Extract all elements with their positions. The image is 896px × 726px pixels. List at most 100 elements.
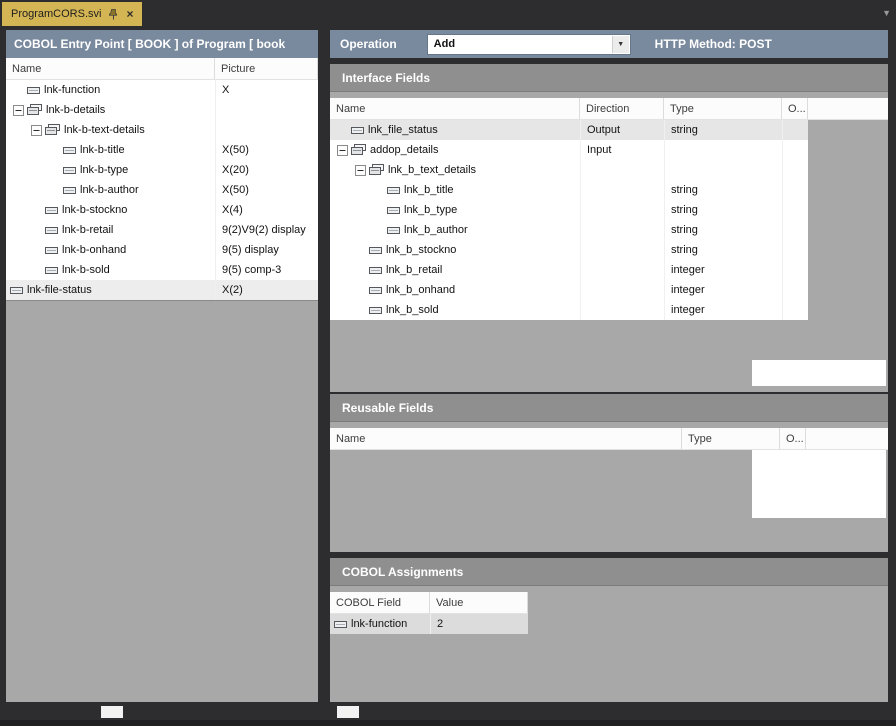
row-label: lnk-b-type xyxy=(80,164,128,176)
tree-row[interactable]: lnk_b_stockno string xyxy=(330,240,808,260)
picture-cell xyxy=(215,120,318,140)
column-header-cobol-field[interactable]: COBOL Field xyxy=(330,592,430,613)
collapse-icon[interactable] xyxy=(354,165,367,176)
tab-bar: ProgramCORS.svi × ▼ xyxy=(0,0,896,26)
tree-row[interactable]: lnk_b_sold integer xyxy=(330,300,808,320)
options-cell xyxy=(782,180,808,200)
column-header-name[interactable]: Name xyxy=(330,428,682,449)
row-label: lnk-b-author xyxy=(80,184,139,196)
tree-row[interactable]: lnk-b-titleX(50) xyxy=(6,140,318,160)
tree-row[interactable]: lnk_b_text_details xyxy=(330,160,808,180)
left-tree-rows: lnk-functionXlnk-b-details lnk-b-text-det… xyxy=(6,80,318,301)
column-header-options[interactable]: O... xyxy=(782,98,808,119)
interface-grid-header: Name Direction Type O... xyxy=(330,98,888,120)
close-icon[interactable]: × xyxy=(126,8,133,20)
type-cell: string xyxy=(664,240,782,260)
options-cell xyxy=(782,160,808,180)
left-panel-header: COBOL Entry Point [ BOOK ] of Program [ … xyxy=(6,30,318,58)
picture-cell: X(50) xyxy=(215,180,318,200)
row-label: lnk_file_status xyxy=(368,124,438,136)
operation-select[interactable]: Add ▼ xyxy=(427,34,631,55)
options-cell xyxy=(782,260,808,280)
row-label: lnk_b_stockno xyxy=(386,244,456,256)
row-label: lnk-b-onhand xyxy=(62,244,126,256)
options-cell xyxy=(782,300,808,320)
tree-row[interactable]: lnk-b-onhand 9(5) display xyxy=(6,240,318,260)
row-label: lnk-b-retail xyxy=(62,224,113,236)
tree-row[interactable]: lnk_file_statusOutputstring xyxy=(330,120,808,140)
tree-indent xyxy=(330,190,372,191)
collapse-icon[interactable] xyxy=(30,125,43,136)
field-icon xyxy=(45,226,58,235)
tree-row[interactable]: lnk-b-retail9(2)V9(2) display xyxy=(6,220,318,240)
picture-cell: X(20) xyxy=(215,160,318,180)
tree-row[interactable]: lnk_b_authorstring xyxy=(330,220,808,240)
operation-bar: Operation Add ▼ HTTP Method: POST xyxy=(330,30,888,58)
direction-cell xyxy=(580,260,664,280)
options-cell xyxy=(782,280,808,300)
collapse-icon[interactable] xyxy=(336,145,349,156)
tab-overflow-icon[interactable]: ▼ xyxy=(882,8,891,18)
type-cell xyxy=(664,160,782,180)
tree-row[interactable]: lnk-b-details xyxy=(6,100,318,120)
name-cell: lnk_b_stockno xyxy=(330,240,580,260)
tree-row[interactable]: lnk_b_title string xyxy=(330,180,808,200)
name-cell: lnk-b-type xyxy=(6,160,215,180)
pin-icon[interactable] xyxy=(109,9,118,20)
row-label: lnk-function xyxy=(351,618,407,630)
tree-indent xyxy=(6,130,30,131)
column-header-direction[interactable]: Direction xyxy=(580,98,664,119)
row-label: lnk_b_retail xyxy=(386,264,442,276)
tree-indent xyxy=(330,270,354,271)
row-label: lnk_b_onhand xyxy=(386,284,455,296)
column-header-type[interactable]: Type xyxy=(682,428,780,449)
tree-row[interactable]: lnk-b-sold 9(5) comp-3 xyxy=(6,260,318,280)
picture-cell: 9(5) display xyxy=(215,240,318,260)
name-cell: lnk-b-onhand xyxy=(6,240,215,260)
type-cell: string xyxy=(664,180,782,200)
tree-row[interactable]: lnk-b-author X(50) xyxy=(6,180,318,200)
name-cell: lnk_b_retail xyxy=(330,260,580,280)
tree-row[interactable]: lnk_b_retailinteger xyxy=(330,260,808,280)
http-method-label: HTTP Method: POST xyxy=(655,37,772,51)
tree-row[interactable]: lnk-b-type X(20) xyxy=(6,160,318,180)
tree-row[interactable]: lnk-functionX xyxy=(6,80,318,100)
row-label: lnk_b_text_details xyxy=(388,164,476,176)
picture-cell: 9(5) comp-3 xyxy=(215,260,318,280)
right-hscroll-thumb[interactable] xyxy=(337,706,359,718)
tree-row[interactable]: lnk-b-stocknoX(4) xyxy=(6,200,318,220)
column-header-name[interactable]: Name xyxy=(330,98,580,119)
row-label: lnk-b-text-details xyxy=(64,124,145,136)
row-label: lnk-b-sold xyxy=(62,264,110,276)
tree-row[interactable]: lnk-b-text-details xyxy=(6,120,318,140)
field-icon xyxy=(334,620,347,629)
column-header-name[interactable]: Name xyxy=(6,58,215,79)
direction-cell xyxy=(580,240,664,260)
tree-row[interactable]: lnk-file-statusX(2) xyxy=(6,280,318,300)
column-header-value[interactable]: Value xyxy=(430,592,528,613)
application-window: { "tab": { "title": "ProgramCORS.svi" },… xyxy=(0,0,896,726)
column-header-options[interactable]: O... xyxy=(780,428,806,449)
field-icon xyxy=(369,286,382,295)
options-cell xyxy=(782,120,808,140)
tree-row[interactable]: lnk_b_typestring xyxy=(330,200,808,220)
name-cell: lnk_b_sold xyxy=(330,300,580,320)
picture-cell: X(4) xyxy=(215,200,318,220)
collapse-icon[interactable] xyxy=(12,105,25,116)
field-icon xyxy=(387,206,400,215)
name-cell: lnk_b_title xyxy=(330,180,580,200)
left-panel-title: COBOL Entry Point [ BOOK ] of Program [ … xyxy=(14,37,285,51)
document-tab[interactable]: ProgramCORS.svi × xyxy=(2,2,142,26)
type-cell: integer xyxy=(664,300,782,320)
column-header-type[interactable]: Type xyxy=(664,98,782,119)
cobol-assignments-section: COBOL Assignments COBOL Field Value lnk-… xyxy=(330,558,888,702)
field-icon xyxy=(45,266,58,275)
tree-row[interactable]: addop_detailsInput xyxy=(330,140,808,160)
tree-row[interactable]: lnk_b_onhandinteger xyxy=(330,280,808,300)
tree-indent xyxy=(6,230,30,231)
column-header-picture[interactable]: Picture xyxy=(215,58,318,79)
assignment-row[interactable]: lnk-function2 xyxy=(330,614,528,634)
left-hscroll-thumb[interactable] xyxy=(101,706,123,718)
chevron-down-icon[interactable]: ▼ xyxy=(612,36,629,53)
picture-cell xyxy=(215,100,318,120)
